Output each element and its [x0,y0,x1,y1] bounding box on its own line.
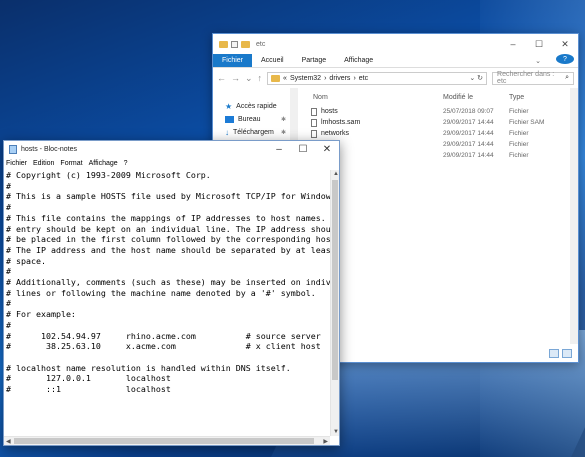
nav-item-label: Accès rapide [236,103,277,110]
breadcrumb-drivers[interactable]: drivers [329,75,350,82]
scroll-right-icon[interactable]: ▶ [323,438,328,445]
menu-format[interactable]: Format [60,160,82,167]
column-name[interactable]: Nom [313,94,443,101]
star-icon: ★ [225,102,233,111]
minimize-icon[interactable]: – [500,39,526,50]
vertical-scroll-thumb[interactable] [332,180,338,380]
file-date: 29/09/2017 14:44 [443,119,494,126]
file-type: Fichier SAM [509,119,545,126]
search-icon[interactable]: ⌕ [565,74,569,82]
up-icon[interactable]: ↑ [258,73,263,83]
explorer-titlebar[interactable]: etc – ☐ ✕ [213,34,578,54]
notepad-titlebar[interactable]: hosts - Bloc-notes – ☐ ✕ [4,141,339,158]
file-date: 29/09/2017 14:44 [443,130,494,137]
breadcrumb-overflow[interactable]: « [283,75,287,82]
nav-item-downloads[interactable]: ↓ Téléchargem ✱ [213,126,290,139]
ribbon-help: ⌄ ? [526,54,578,67]
folder-icon [219,40,228,48]
file-type: Fichier [509,152,529,159]
new-folder-icon[interactable] [241,40,250,48]
tab-partage[interactable]: Partage [293,54,336,67]
notepad-text-area[interactable]: # Copyright (c) 1993-2009 Microsoft Corp… [4,170,330,436]
file-date: 25/07/2018 09:07 [443,108,494,115]
notepad-window[interactable]: hosts - Bloc-notes – ☐ ✕ Fichier Edition… [3,140,340,446]
file-type: Fichier [509,108,529,115]
refresh-icon[interactable]: ⌄ ↻ [469,74,483,82]
close-icon[interactable]: ✕ [315,144,339,155]
file-icon [311,118,317,127]
address-bar[interactable]: « System32 › drivers › etc ⌄ ↻ [267,71,488,85]
menu-help[interactable]: ? [124,160,128,167]
maximize-icon[interactable]: ☐ [526,39,552,50]
download-icon: ↓ [225,128,229,137]
file-list-header: Nom Modifié le Type [313,88,578,106]
scroll-up-icon[interactable]: ▲ [333,171,339,177]
file-name: networks [321,130,350,137]
nav-item-desktop[interactable]: Bureau ✱ [213,113,290,126]
nav-item-quick-access[interactable]: ★ Accès rapide [213,100,290,113]
pin-icon: ✱ [280,130,286,136]
close-icon[interactable]: ✕ [552,39,578,50]
breadcrumb-separator: › [353,74,356,82]
tab-affichage[interactable]: Affichage [335,54,382,67]
expand-ribbon-icon[interactable]: ⌄ [526,54,550,67]
file-list-scrollbar[interactable] [570,88,578,344]
notepad-window-controls: – ☐ ✕ [267,144,339,155]
notepad-icon [9,145,17,154]
back-icon[interactable]: ← [217,73,226,83]
nav-item-label: Téléchargem [233,129,274,136]
search-placeholder: Rechercher dans : etc [497,71,555,85]
tab-accueil[interactable]: Accueil [252,54,293,67]
file-type: Fichier [509,130,529,137]
menu-fichier[interactable]: Fichier [6,160,27,167]
tab-fichier[interactable]: Fichier [213,54,253,67]
file-icon [311,129,317,138]
properties-icon[interactable] [231,40,238,48]
file-type: Fichier [509,141,529,148]
search-input[interactable]: Rechercher dans : etc ⌕ [492,71,574,85]
file-row-lmhosts[interactable]: lmhosts.sam 29/09/2017 14:44 Fichier SAM [311,117,578,128]
pin-icon: ✱ [280,117,286,123]
horizontal-scrollbar[interactable]: ◀ ▶ [4,436,330,445]
file-row-services[interactable]: s 29/09/2017 14:44 Fichier [311,150,578,161]
menu-edition[interactable]: Edition [33,160,54,167]
address-toolbar: ← → ⌄ ↑ « System32 › drivers › etc ⌄ ↻ R… [213,68,578,88]
notepad-title: hosts - Bloc-notes [21,146,78,153]
recent-dropdown-icon[interactable]: ⌄ [245,73,253,84]
file-date: 29/09/2017 14:44 [443,141,494,148]
large-icons-view-icon[interactable] [562,348,572,358]
scroll-left-icon[interactable]: ◀ [6,438,11,445]
horizontal-scroll-thumb[interactable] [14,438,314,444]
file-icon [311,107,317,116]
column-date[interactable]: Modifié le [443,94,509,101]
file-row-hosts[interactable]: hosts 25/07/2018 09:07 Fichier [311,106,578,117]
address-folder-icon [271,74,281,82]
file-date: 29/09/2017 14:44 [443,152,494,159]
maximize-icon[interactable]: ☐ [291,144,315,155]
ribbon-tabs: Fichier Accueil Partage Affichage ⌄ ? [213,54,578,68]
quick-access-toolbar [219,40,250,48]
column-type[interactable]: Type [509,94,559,101]
file-row-protocol[interactable]: ol 29/09/2017 14:44 Fichier [311,139,578,150]
explorer-title: etc [256,40,266,48]
breadcrumb-system32[interactable]: System32 [290,75,321,82]
file-name: lmhosts.sam [321,119,361,126]
breadcrumb-etc[interactable]: etc [359,75,368,82]
desktop-icon [225,116,234,123]
breadcrumb-separator: › [324,74,327,82]
notepad-menu-bar: Fichier Edition Format Affichage ? [4,158,339,169]
file-name: hosts [321,108,338,115]
help-icon[interactable]: ? [556,54,574,64]
vertical-scrollbar[interactable]: ▲ ▼ [330,170,339,436]
explorer-window-controls: – ☐ ✕ [500,39,578,50]
menu-affichage[interactable]: Affichage [89,160,118,167]
scroll-down-icon[interactable]: ▼ [333,429,339,435]
minimize-icon[interactable]: – [267,144,291,155]
forward-icon[interactable]: → [231,73,240,83]
details-view-icon[interactable] [549,348,559,358]
nav-item-label: Bureau [238,116,261,123]
file-row-networks[interactable]: networks 29/09/2017 14:44 Fichier [311,128,578,139]
